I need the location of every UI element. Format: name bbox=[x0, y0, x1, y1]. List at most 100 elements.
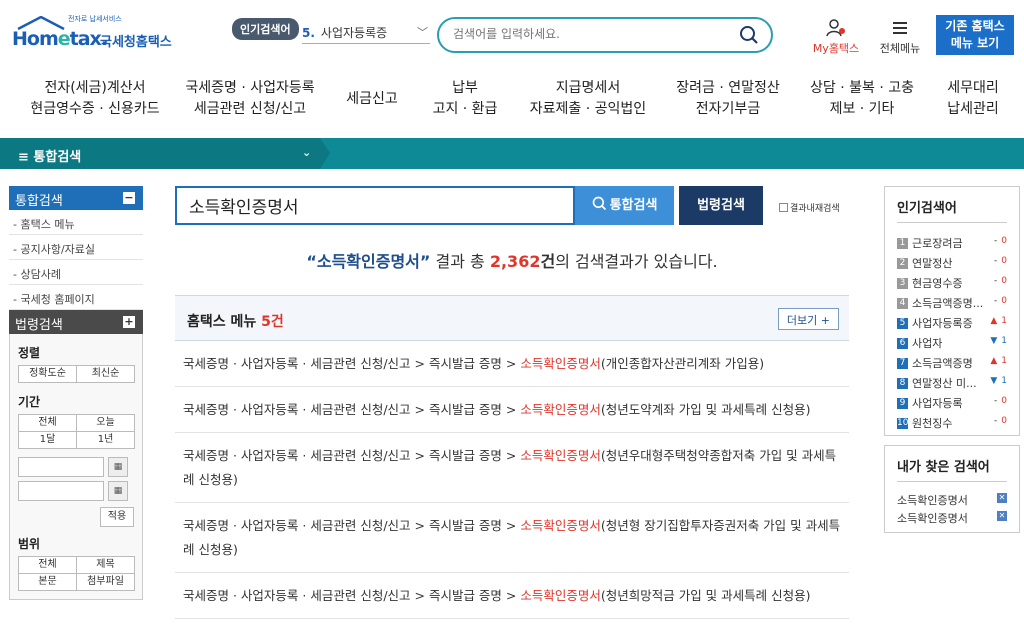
scope-all-button[interactable]: 전체 bbox=[18, 556, 77, 574]
nav-item-certificates[interactable]: 국세증명 · 사업자등록 세금관련 신청/신고 bbox=[176, 78, 324, 120]
nav-item-consulting[interactable]: 상담 · 불복 · 고충 제보 · 기타 bbox=[800, 78, 924, 120]
sort-options: 정확도순 최신순 bbox=[18, 365, 135, 383]
scope-attachment-button[interactable]: 첨부파일 bbox=[76, 573, 135, 591]
scope-body-button[interactable]: 본문 bbox=[18, 573, 77, 591]
integrated-search-label: 통합검색 bbox=[609, 198, 658, 213]
popular-keyword-list: 1 근로장려금 -0 2 연말정산 -0 3 현금영수증 -0 4 소득금액증명... -0 5 사업자등… bbox=[897, 235, 1007, 435]
popular-keyword-item[interactable]: 2 연말정산 -0 bbox=[897, 255, 1007, 275]
summary-unit: 건 bbox=[540, 252, 556, 271]
popular-keyword-item[interactable]: 5 사업자등록증 ▲ 1 bbox=[897, 315, 1007, 335]
left-sidebar: 통합검색 − - 홈택스 메뉴 - 공지사항/자료실 - 상담사례 - 국세청 … bbox=[9, 186, 143, 600]
my-hometax-button[interactable]: My홈택스 bbox=[808, 18, 864, 56]
expand-icon[interactable]: + bbox=[123, 316, 135, 328]
period-today-button[interactable]: 오늘 bbox=[76, 414, 135, 432]
popular-keyword-rank: 6 bbox=[897, 338, 908, 349]
popular-keyword-rank: 4 bbox=[897, 298, 908, 309]
period-month-button[interactable]: 1달 bbox=[18, 431, 77, 449]
period-options-1: 전체 오늘 bbox=[18, 414, 135, 432]
popular-keyword-item[interactable]: 6 사업자 ▼ 1 bbox=[897, 335, 1007, 355]
main-search-box bbox=[175, 186, 575, 225]
sort-title: 정렬 bbox=[18, 346, 41, 360]
popular-keyword-item[interactable]: 3 현금영수증 -0 bbox=[897, 275, 1007, 295]
sidebar-integrated-header[interactable]: 통합검색 − bbox=[9, 186, 143, 210]
popular-keyword-label: 원천징수 bbox=[912, 417, 953, 430]
start-date-input[interactable] bbox=[18, 457, 104, 477]
old-hometax-menu-button[interactable]: 기존 홈택스 메뉴 보기 bbox=[936, 15, 1014, 55]
sidebar-item-hometax-menu[interactable]: - 홈택스 메뉴 bbox=[9, 210, 143, 235]
period-all-button[interactable]: 전체 bbox=[18, 414, 77, 432]
top-search-box bbox=[437, 17, 773, 53]
popular-keyword-item[interactable]: 7 소득금액증명 ▲ 1 bbox=[897, 355, 1007, 375]
result-item[interactable]: 국세증명 · 사업자등록 · 세금관련 신청/신고 > 즉시발급 증명 > 소득… bbox=[175, 341, 849, 387]
search-filter-panel: 정렬 정확도순 최신순 기간 전체 오늘 1달 1년 ▦ ▦ 적용 범위 전체 … bbox=[9, 334, 143, 600]
search-within-toggle[interactable]: 결과내재검색 bbox=[779, 201, 840, 214]
scope-title-button[interactable]: 제목 bbox=[76, 556, 135, 574]
popular-term-label: 사업자등록증 bbox=[320, 26, 388, 40]
period-year-button[interactable]: 1년 bbox=[76, 431, 135, 449]
chevron-down-icon: ⌄ bbox=[302, 146, 312, 159]
more-button[interactable]: 더보기 + bbox=[777, 308, 839, 330]
nav-item-tax-filing[interactable]: 세금신고 bbox=[334, 78, 410, 110]
popular-keyword-label: 연말정산 bbox=[912, 257, 953, 270]
popular-keyword-rank: 8 bbox=[897, 378, 908, 389]
popular-keyword-item[interactable]: 4 소득금액증명... -0 bbox=[897, 295, 1007, 315]
start-date-row: ▦ bbox=[18, 457, 134, 477]
close-icon[interactable]: ✕ bbox=[997, 511, 1007, 521]
popular-keywords-title: 인기검색어 bbox=[897, 197, 1007, 223]
sidebar-item-consult-cases[interactable]: - 상담사례 bbox=[9, 260, 143, 285]
result-item[interactable]: 국세증명 · 사업자등록 · 세금관련 신청/신고 > 즉시발급 증명 > 소득… bbox=[175, 503, 849, 573]
sidebar-law-header[interactable]: 법령검색 + bbox=[9, 310, 143, 334]
search-icon[interactable] bbox=[739, 25, 759, 45]
end-date-row: ▦ bbox=[18, 481, 134, 501]
calendar-icon[interactable]: ▦ bbox=[108, 457, 128, 477]
hometax-logo[interactable]: 전자로 납세서비스 Hometax. 국세청홈택스 bbox=[12, 14, 182, 54]
popular-keyword-label: 사업자등록 bbox=[912, 397, 963, 410]
nav-item-einvoice[interactable]: 전자(세금)계산서 현금영수증 · 신용카드 bbox=[20, 78, 170, 120]
collapse-icon[interactable]: − bbox=[123, 192, 135, 204]
top-search-input[interactable] bbox=[453, 19, 733, 49]
sidebar-item-notices[interactable]: - 공지사항/자료실 bbox=[9, 235, 143, 260]
popular-keyword-label: 사업자등록증 bbox=[912, 317, 973, 330]
main-search-input[interactable] bbox=[189, 188, 569, 223]
location-dropdown[interactable]: ≡ 통합검색 ⌄ bbox=[0, 138, 320, 169]
apply-button[interactable]: 적용 bbox=[100, 507, 134, 527]
location-arrow bbox=[320, 138, 330, 169]
popular-keyword-item[interactable]: 8 연말정산 미... ▼ 1 bbox=[897, 375, 1007, 395]
end-date-input[interactable] bbox=[18, 481, 104, 501]
popular-keyword-trend: -0 bbox=[994, 296, 1007, 306]
popular-keyword-item[interactable]: 1 근로장려금 -0 bbox=[897, 235, 1007, 255]
my-search-item[interactable]: 소득확인증명서 ✕ bbox=[897, 492, 1007, 510]
nav-item-incentive[interactable]: 장려금 · 연말정산 전자기부금 bbox=[666, 78, 790, 120]
popular-keyword-rank: 2 bbox=[897, 258, 908, 269]
location-label: ≡ 통합검색 bbox=[18, 150, 82, 165]
popular-keyword-trend: ▼ 1 bbox=[990, 336, 1007, 346]
nav-item-payment[interactable]: 납부 고지 · 환급 bbox=[422, 78, 508, 120]
result-item[interactable]: 국세증명 · 사업자등록 · 세금관련 신청/신고 > 즉시발급 증명 > 소득… bbox=[175, 573, 849, 619]
my-search-item[interactable]: 소득확인증명서 ✕ bbox=[897, 510, 1007, 528]
sidebar-item-nts-home[interactable]: - 국세청 홈페이지 bbox=[9, 285, 143, 310]
result-item[interactable]: 국세증명 · 사업자등록 · 세금관련 신청/신고 > 즉시발급 증명 > 소득… bbox=[175, 433, 849, 503]
calendar-icon[interactable]: ▦ bbox=[108, 481, 128, 501]
sidebar-law-title: 법령검색 bbox=[15, 318, 63, 333]
popular-keyword-item[interactable]: 9 사업자등록 -0 bbox=[897, 395, 1007, 415]
popular-keyword-label: 소득금액증명... bbox=[912, 297, 984, 310]
nav-item-agent[interactable]: 세무대리 납세관리 bbox=[934, 78, 1012, 120]
search-within-label: 결과내재검색 bbox=[790, 204, 840, 214]
all-menu-button[interactable]: 전체메뉴 bbox=[872, 18, 928, 56]
integrated-search-button[interactable]: 통합검색 bbox=[575, 186, 674, 225]
popular-keyword-rank: 5 bbox=[897, 318, 908, 329]
sort-latest-button[interactable]: 최신순 bbox=[76, 365, 135, 383]
nav-item-payment-statement[interactable]: 지급명세서 자료제출 · 공익법인 bbox=[520, 78, 656, 120]
popular-keyword-label: 근로장려금 bbox=[912, 237, 963, 250]
close-icon[interactable]: ✕ bbox=[997, 493, 1007, 503]
popular-keyword-label: 소득금액증명 bbox=[912, 357, 973, 370]
sort-accuracy-button[interactable]: 정확도순 bbox=[18, 365, 77, 383]
popular-keyword-item[interactable]: 10 원천징수 -0 bbox=[897, 415, 1007, 435]
scope-options-1: 전체 제목 bbox=[18, 556, 135, 574]
my-searches-title: 내가 찾은 검색어 bbox=[897, 456, 1007, 482]
popular-keyword-trend: -0 bbox=[994, 236, 1007, 246]
result-item[interactable]: 국세증명 · 사업자등록 · 세금관련 신청/신고 > 즉시발급 증명 > 소득… bbox=[175, 387, 849, 433]
search-within-checkbox[interactable] bbox=[779, 203, 788, 212]
law-search-button[interactable]: 법령검색 bbox=[679, 186, 763, 225]
popular-term-select[interactable]: 5. 사업자등록증 ﹀ bbox=[302, 20, 430, 44]
